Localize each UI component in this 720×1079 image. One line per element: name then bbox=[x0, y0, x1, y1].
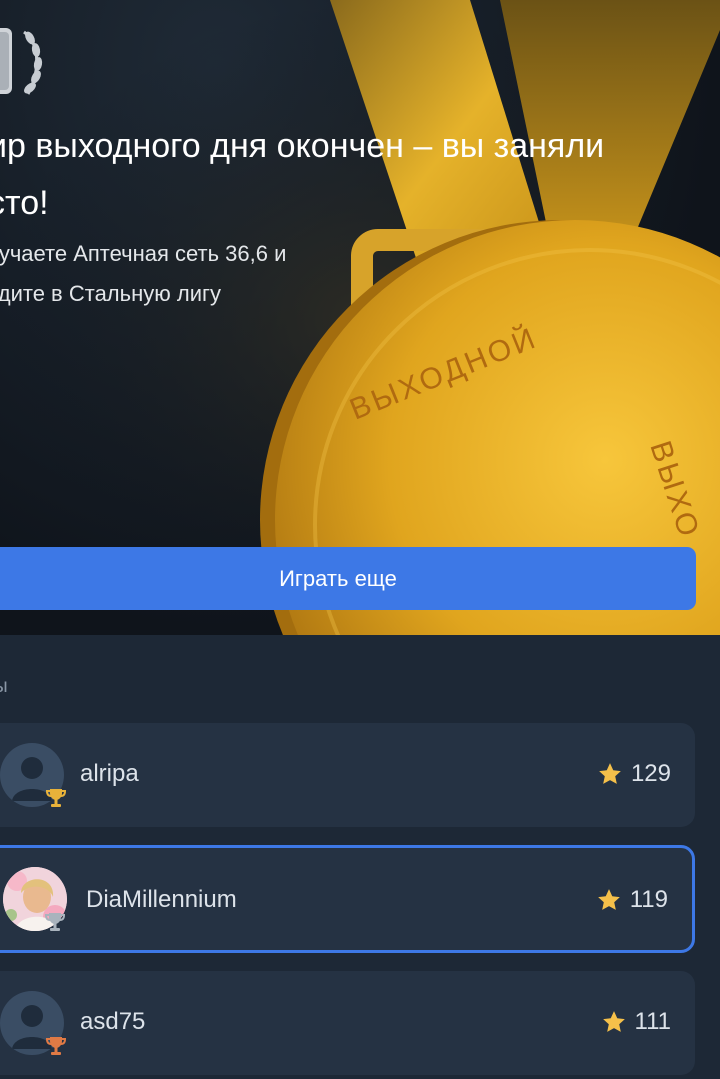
score-value: 129 bbox=[630, 760, 671, 787]
leaderboard-row[interactable]: asd75 111 bbox=[0, 971, 695, 1075]
hero-banner: ВЫХОДНОЙ ВЫХО ир выходного дня окончен –… bbox=[0, 0, 720, 635]
medal-illustration: ВЫХОДНОЙ ВЫХО bbox=[0, 0, 720, 635]
reward-description: лучаете Аптечная сеть 36,6 и одите в Стал… bbox=[0, 241, 287, 306]
player-score: 119 bbox=[596, 886, 668, 914]
star-icon bbox=[599, 763, 621, 784]
leaderboard-row-current-user[interactable]: DiaMillennium 119 bbox=[0, 845, 695, 953]
play-again-button[interactable]: Играть еще bbox=[0, 547, 696, 610]
player-score: 111 bbox=[601, 1008, 671, 1036]
player-score: 129 bbox=[597, 760, 671, 788]
player-name: DiaMillennium bbox=[86, 886, 237, 913]
score-value: 111 bbox=[634, 1008, 671, 1035]
bronze-cup-icon bbox=[45, 1037, 67, 1055]
star-icon bbox=[597, 889, 620, 910]
player-name: alripa bbox=[80, 760, 139, 787]
leaderboard-row[interactable]: alripa 129 bbox=[0, 723, 695, 827]
leaderboard-section-label: ы bbox=[0, 676, 8, 697]
silver-cup-icon bbox=[44, 913, 66, 931]
gold-cup-icon bbox=[45, 789, 67, 807]
result-title: ир выходного дня окончен – вы занялисто! bbox=[0, 127, 605, 222]
score-value: 119 bbox=[629, 886, 668, 913]
star-icon bbox=[602, 1011, 625, 1032]
laurel-badge-icon bbox=[0, 28, 43, 95]
player-name: asd75 bbox=[80, 1008, 146, 1035]
